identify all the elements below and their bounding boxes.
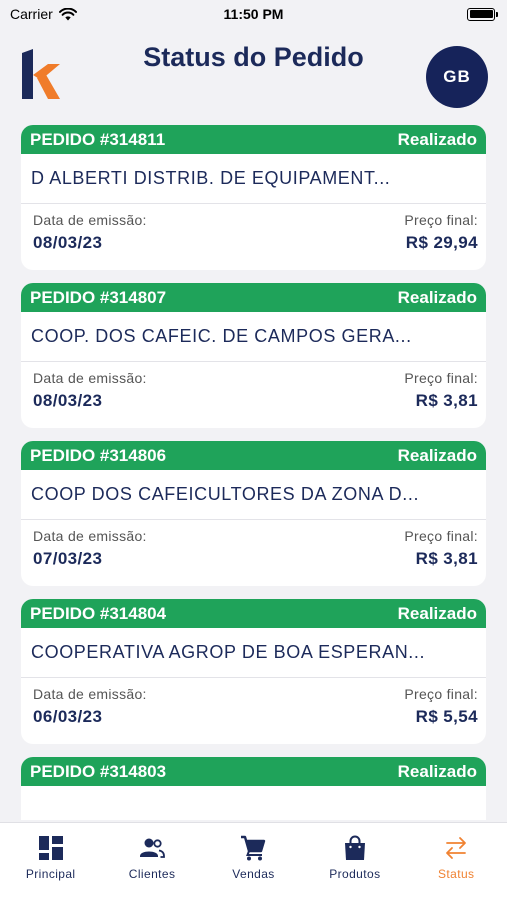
order-client-name: COOP. DOS CAFEIC. DE CAMPOS GERA... <box>21 312 486 362</box>
issue-date-value: 08/03/23 <box>33 233 103 252</box>
order-number: PEDIDO #314804 <box>30 603 167 623</box>
tab-label: Principal <box>25 867 76 881</box>
tab-clientes[interactable]: Clientes <box>102 835 202 900</box>
order-card[interactable]: PEDIDO #314811 Realizado D ALBERTI DISTR… <box>21 125 486 270</box>
order-card[interactable]: PEDIDO #314806 Realizado COOP DOS CAFEIC… <box>21 441 486 586</box>
final-price-label: Preço final: <box>404 528 478 544</box>
issue-date-label: Data de emissão: <box>33 370 147 386</box>
status-bar: Carrier 11:50 PM <box>0 0 507 28</box>
final-price-label: Preço final: <box>404 686 478 702</box>
bag-icon <box>344 835 365 860</box>
final-price-value: R$ 3,81 <box>415 391 478 410</box>
order-number: PEDIDO #314811 <box>30 129 166 149</box>
final-price-label: Preço final: <box>404 370 478 386</box>
order-number: PEDIDO #314806 <box>30 445 167 465</box>
final-price-value: R$ 5,54 <box>415 707 478 726</box>
order-card-header: PEDIDO #314807 Realizado <box>21 283 486 312</box>
issue-date-label: Data de emissão: <box>33 686 147 702</box>
order-client-name: COOPERATIVA AGROP DE BOA ESPERAN... <box>21 628 486 678</box>
order-client-name: D ALBERTI DISTRIB. DE EQUIPAMENT... <box>21 154 486 204</box>
orders-list[interactable]: PEDIDO #314811 Realizado D ALBERTI DISTR… <box>21 125 486 820</box>
order-card[interactable]: PEDIDO #314804 Realizado COOPERATIVA AGR… <box>21 599 486 744</box>
order-card-header: PEDIDO #314803 Realizado <box>21 757 486 786</box>
order-status: Realizado <box>397 761 477 781</box>
tab-label: Vendas <box>232 867 275 881</box>
order-card[interactable]: PEDIDO #314803 Realizado <box>21 757 486 820</box>
wifi-icon <box>58 7 77 20</box>
order-card-header: PEDIDO #314811 Realizado <box>21 125 486 154</box>
tab-label: Status <box>438 867 475 881</box>
swap-arrows-icon <box>446 837 467 859</box>
tab-label: Produtos <box>329 867 381 881</box>
order-status: Realizado <box>397 129 477 149</box>
people-icon <box>140 838 165 858</box>
final-price-label: Preço final: <box>404 212 478 228</box>
page-title: Status do Pedido <box>143 42 364 72</box>
order-client-name <box>21 786 486 820</box>
order-card-header: PEDIDO #314806 Realizado <box>21 441 486 470</box>
order-number: PEDIDO #314807 <box>30 287 167 307</box>
tab-bar: Principal Clientes Vendas Produtos Statu… <box>0 822 507 900</box>
issue-date-label: Data de emissão: <box>33 212 147 228</box>
tab-status[interactable]: Status <box>406 835 506 900</box>
dashboard-icon <box>38 836 63 860</box>
order-status: Realizado <box>397 603 477 623</box>
battery-icon <box>467 7 498 21</box>
order-client-name: COOP DOS CAFEICULTORES DA ZONA D... <box>21 470 486 520</box>
issue-date-label: Data de emissão: <box>33 528 147 544</box>
order-status: Realizado <box>397 287 477 307</box>
tab-produtos[interactable]: Produtos <box>305 835 405 900</box>
cart-icon <box>241 835 266 861</box>
order-card-header: PEDIDO #314804 Realizado <box>21 599 486 628</box>
final-price-value: R$ 29,94 <box>405 233 478 252</box>
issue-date-value: 06/03/23 <box>33 707 103 726</box>
issue-date-value: 08/03/23 <box>33 391 103 410</box>
header: Status do Pedido GB <box>0 38 507 110</box>
app-logo-icon <box>22 49 60 99</box>
order-card[interactable]: PEDIDO #314807 Realizado COOP. DOS CAFEI… <box>21 283 486 428</box>
order-status: Realizado <box>397 445 477 465</box>
tab-label: Clientes <box>128 867 176 881</box>
carrier-label: Carrier <box>10 6 53 22</box>
issue-date-value: 07/03/23 <box>33 549 103 568</box>
tab-vendas[interactable]: Vendas <box>203 835 303 900</box>
order-number: PEDIDO #314803 <box>30 761 167 781</box>
tab-principal[interactable]: Principal <box>1 835 101 900</box>
avatar[interactable]: GB <box>426 46 488 108</box>
final-price-value: R$ 3,81 <box>415 549 478 568</box>
